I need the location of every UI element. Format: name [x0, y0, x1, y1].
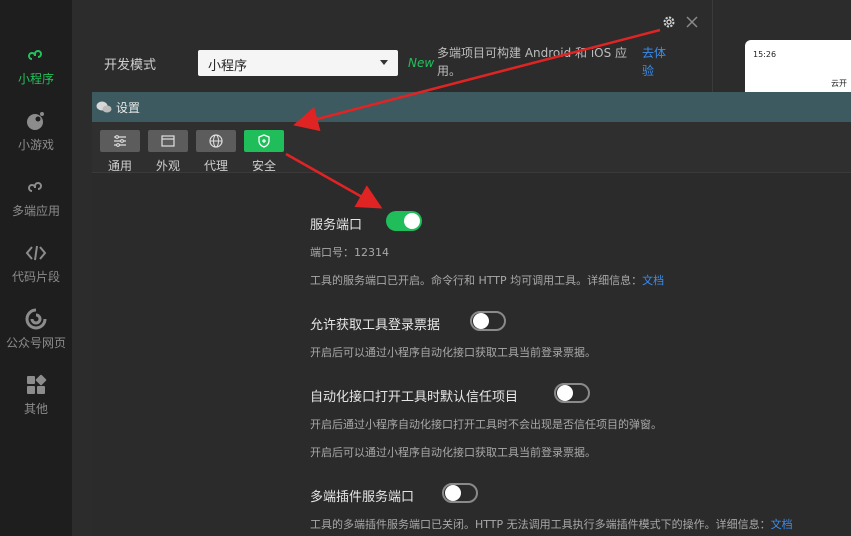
sidebar-item-label: 代码片段 [11, 270, 60, 284]
dev-mode-value: 小程序 [208, 59, 248, 74]
window-icon [161, 135, 175, 147]
chevron-down-icon [380, 60, 388, 65]
tab-label: 代理 [203, 159, 228, 173]
auto-trust-toggle[interactable] [554, 383, 590, 403]
phone-time: 15:26 [753, 50, 777, 59]
phone-preview: 15:26 云开 [745, 40, 851, 100]
sliders-icon [114, 135, 126, 147]
sidebar-item-label: 小游戏 [17, 138, 54, 152]
miniprogram-icon [28, 50, 42, 60]
sidebar-item-multiplatform[interactable]: 多端应用 [0, 176, 72, 219]
service-port-desc: 工具的服务端口已开启。命令行和 HTTP 均可调用工具。详细信息：文档 [310, 272, 664, 288]
toggle-knob [473, 313, 489, 329]
tab-button[interactable] [244, 130, 284, 152]
auto-trust-desc-2: 开启后可以通过小程序自动化接口获取工具当前登录票据。 [310, 446, 596, 459]
sidebar-item-label: 小程序 [17, 72, 54, 86]
service-port-toggle[interactable] [386, 211, 422, 231]
phone-text: 云开 [831, 79, 847, 88]
allow-ticket-desc: 开启后可以通过小程序自动化接口获取工具当前登录票据。 [310, 346, 596, 359]
sidebar-item-label: 多端应用 [11, 204, 60, 218]
wechat-devtools-icon [96, 101, 112, 113]
tab-security[interactable]: 安全 [244, 130, 284, 174]
sidebar-item-label: 其他 [23, 402, 48, 416]
port-number: 端口号：12314 [310, 246, 389, 259]
dialog-titlebar: 设置 [92, 92, 851, 122]
tab-button[interactable] [196, 130, 236, 152]
docs-link[interactable]: 文档 [771, 518, 793, 531]
settings-dialog: 设置 通用 外观 代理 安全 服务端口 端口号：12314 工具的服务端口已开启… [92, 92, 851, 536]
sidebar-item-code-snippet[interactable]: 代码片段 [0, 242, 72, 285]
gear-icon[interactable] [662, 15, 676, 29]
toggle-knob [557, 385, 573, 401]
auto-trust-desc: 开启后通过小程序自动化接口打开工具时不会出现是否信任项目的弹窗。 [310, 418, 662, 431]
toggle-knob [404, 213, 420, 229]
shield-icon [258, 134, 270, 148]
dev-mode-desc: 多端项目可构建 Android 和 iOS 应用。 [437, 46, 628, 78]
divider [712, 0, 713, 92]
close-icon[interactable] [685, 15, 699, 29]
top-icons [662, 11, 699, 30]
service-port-title: 服务端口 [310, 218, 363, 233]
toggle-knob [445, 485, 461, 501]
docs-link[interactable]: 文档 [642, 274, 664, 287]
other-icon [27, 374, 47, 394]
tab-label: 通用 [107, 159, 132, 173]
dev-mode-select[interactable]: 小程序 [198, 50, 398, 76]
dialog-title: 设置 [116, 101, 141, 115]
official-account-icon [25, 308, 47, 330]
code-snippet-icon [25, 245, 47, 261]
settings-tabs: 通用 外观 代理 安全 [92, 122, 851, 173]
plugin-port-title: 多端插件服务端口 [310, 490, 415, 505]
tab-button[interactable] [148, 130, 188, 152]
sidebar-item-minigame[interactable]: 小游戏 [0, 110, 72, 153]
tab-proxy[interactable]: 代理 [196, 130, 236, 174]
multiplatform-icon [28, 182, 42, 192]
sidebar-item-label: 公众号网页 [5, 336, 66, 350]
plugin-port-desc-text: 工具的多端插件服务端口已关闭。HTTP 无法调用工具执行多端插件模式下的操作。详… [310, 518, 771, 531]
plugin-port-desc: 工具的多端插件服务端口已关闭。HTTP 无法调用工具执行多端插件模式下的操作。详… [310, 516, 793, 532]
dev-mode-label: 开发模式 [104, 58, 157, 73]
tab-label: 安全 [251, 159, 276, 173]
tab-label: 外观 [155, 159, 180, 173]
left-sidebar: 小程序 小游戏 多端应用 代码片段 公众号网页 其他 [0, 0, 72, 536]
new-badge: New [408, 56, 435, 70]
globe-icon [209, 134, 223, 148]
minigame-icon [27, 112, 44, 130]
tab-button[interactable] [100, 130, 140, 152]
sidebar-item-miniprogram[interactable]: 小程序 [0, 44, 72, 87]
dev-mode-row: 开发模式 小程序 New 多端项目可构建 Android 和 iOS 应用。 去… [72, 42, 712, 86]
allow-ticket-title: 允许获取工具登录票据 [310, 318, 441, 333]
allow-ticket-toggle[interactable] [470, 311, 506, 331]
auto-trust-title: 自动化接口打开工具时默认信任项目 [310, 390, 519, 405]
try-link[interactable]: 去体验 [642, 44, 672, 80]
plugin-port-toggle[interactable] [442, 483, 478, 503]
tab-general[interactable]: 通用 [100, 130, 140, 174]
sidebar-item-other[interactable]: 其他 [0, 374, 72, 417]
sidebar-item-official-account[interactable]: 公众号网页 [0, 308, 72, 351]
tab-appearance[interactable]: 外观 [148, 130, 188, 174]
service-port-desc-text: 工具的服务端口已开启。命令行和 HTTP 均可调用工具。详细信息： [310, 274, 643, 287]
